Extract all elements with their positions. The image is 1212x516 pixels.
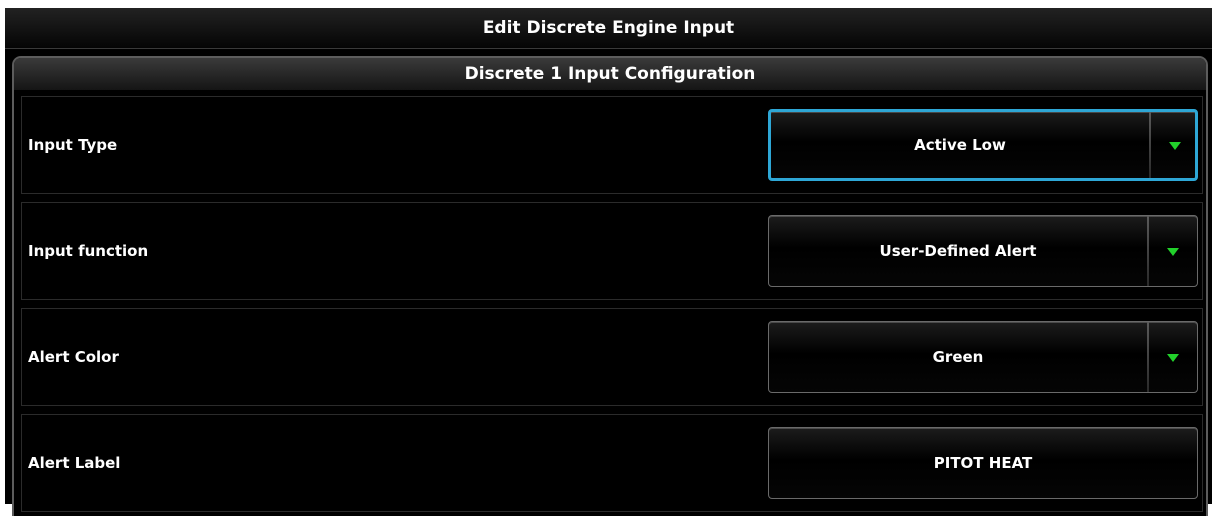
alert-label-button[interactable]: PITOT HEAT <box>768 427 1198 499</box>
chevron-down-icon[interactable] <box>1167 354 1179 362</box>
row-alert-color: Alert Color Green <box>21 308 1203 406</box>
input-type-value: Active Low <box>914 136 1006 154</box>
dropdown-divider <box>1147 216 1149 286</box>
input-type-dropdown[interactable]: Active Low <box>768 109 1198 181</box>
input-type-label: Input Type <box>28 136 118 154</box>
window-title: Edit Discrete Engine Input <box>5 8 1212 49</box>
alert-label-label: Alert Label <box>28 454 121 472</box>
input-function-label: Input function <box>28 242 149 260</box>
alert-color-value: Green <box>932 348 984 366</box>
row-alert-label: Alert Label PITOT HEAT <box>21 414 1203 512</box>
panel-header: Discrete 1 Input Configuration <box>14 58 1206 90</box>
input-configuration-panel: Discrete 1 Input Configuration Input Typ… <box>12 56 1208 516</box>
alert-color-label: Alert Color <box>28 348 119 366</box>
chevron-down-icon[interactable] <box>1169 142 1181 150</box>
row-input-function: Input function User-Defined Alert <box>21 202 1203 300</box>
input-function-value: User-Defined Alert <box>879 242 1037 260</box>
alert-label-value: PITOT HEAT <box>933 454 1033 472</box>
screen: Edit Discrete Engine Input Discrete 1 In… <box>5 8 1212 516</box>
alert-color-dropdown[interactable]: Green <box>768 321 1198 393</box>
input-function-dropdown[interactable]: User-Defined Alert <box>768 215 1198 287</box>
row-input-type: Input Type Active Low <box>21 96 1203 194</box>
chevron-down-icon[interactable] <box>1167 248 1179 256</box>
dropdown-divider <box>1147 322 1149 392</box>
dropdown-divider <box>1149 112 1151 178</box>
